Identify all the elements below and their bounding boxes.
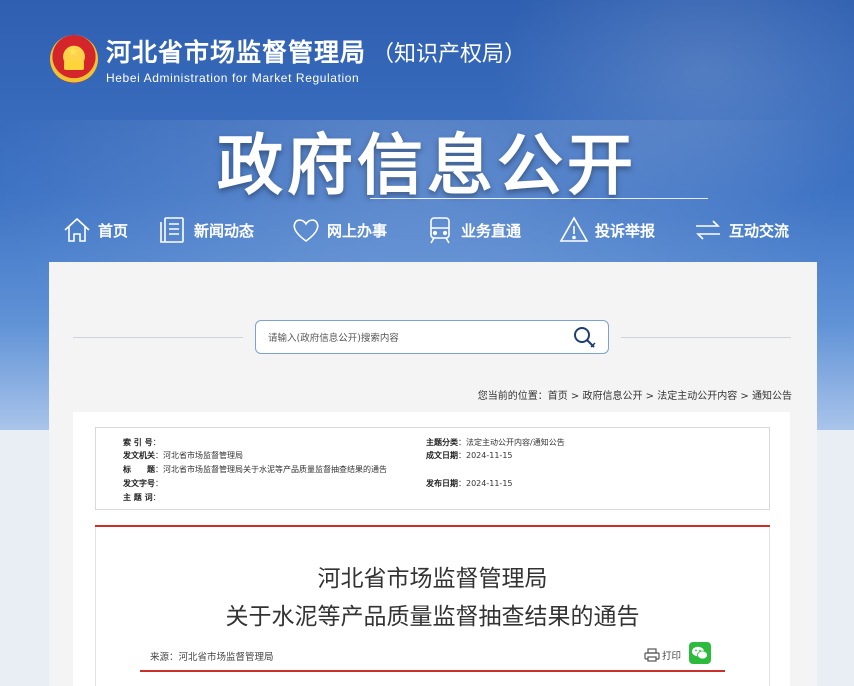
wechat-share-button[interactable] bbox=[689, 642, 711, 664]
nav-label: 新闻动态 bbox=[194, 221, 255, 240]
warning-icon bbox=[559, 216, 589, 242]
meta-category-row: 主题分类：法定主动公开内容/通知公告 bbox=[426, 438, 565, 447]
nav-item-complaint[interactable]: 投诉举报 bbox=[559, 212, 655, 248]
train-icon bbox=[430, 217, 450, 244]
meta-value: 河北省市场监督管理局关于水泥等产品质量监督抽查结果的通告 bbox=[163, 465, 387, 474]
national-emblem-logo: ★ bbox=[50, 35, 98, 83]
search-input[interactable] bbox=[266, 321, 570, 355]
breadcrumb-prefix: 您当前的位置： bbox=[477, 391, 548, 402]
exchange-icon bbox=[696, 220, 720, 240]
search-icon[interactable] bbox=[572, 325, 598, 351]
meta-title-row: 标 题：河北省市场监督管理局关于水泥等产品质量监督抽查结果的通告 bbox=[123, 465, 387, 474]
printer-icon bbox=[644, 648, 660, 662]
print-button[interactable]: 打印 bbox=[644, 648, 681, 662]
org-subtitle: （知识产权局） bbox=[372, 42, 527, 67]
meta-label: 主 题 词 bbox=[123, 493, 153, 502]
nav-item-home[interactable]: 首页 bbox=[62, 212, 128, 248]
breadcrumb: 您当前的位置：首页 > 政府信息公开 > 法定主动公开内容 > 通知公告 bbox=[478, 387, 792, 402]
breadcrumb-item-home[interactable]: 首页 bbox=[548, 391, 568, 402]
article-header-rule bbox=[140, 670, 725, 672]
breadcrumb-item-info[interactable]: 政府信息公开 bbox=[583, 391, 643, 402]
meta-label: 主题分类 bbox=[426, 438, 458, 447]
breadcrumb-separator: > bbox=[642, 391, 658, 402]
article-title-line1: 河北省市场监督管理局 bbox=[317, 566, 548, 592]
nav-label: 网上办事 bbox=[327, 221, 388, 240]
nav-label: 首页 bbox=[98, 221, 129, 240]
page-title: 政府信息公开 bbox=[217, 127, 637, 204]
meta-label: 发布日期 bbox=[426, 479, 458, 488]
home-icon bbox=[64, 217, 90, 242]
meta-value: 2024-11-15 bbox=[466, 479, 513, 488]
meta-index-row: 索 引 号： bbox=[123, 438, 161, 447]
nav-item-news[interactable]: 新闻动态 bbox=[158, 212, 254, 248]
meta-value: 河北省市场监督管理局 bbox=[163, 451, 243, 460]
divider bbox=[621, 337, 791, 338]
meta-value: 法定主动公开内容/通知公告 bbox=[466, 438, 565, 447]
nav-label: 互动交流 bbox=[729, 221, 790, 240]
print-label: 打印 bbox=[662, 651, 682, 662]
meta-label: 发文字号 bbox=[123, 479, 155, 488]
nav-item-interaction[interactable]: 互动交流 bbox=[693, 212, 789, 248]
search-box bbox=[255, 320, 609, 355]
document-metadata-table: 索 引 号： 发文机关：河北省市场监督管理局 标 题：河北省市场监督管理局关于水… bbox=[95, 427, 770, 510]
meta-label: 标 题 bbox=[123, 465, 155, 474]
org-english-name: Hebei Administration for Market Regulati… bbox=[106, 71, 360, 85]
meta-topic-row: 主 题 词： bbox=[123, 493, 161, 502]
heart-icon bbox=[293, 219, 319, 242]
nav-label: 投诉举报 bbox=[595, 221, 656, 240]
breadcrumb-separator: > bbox=[567, 391, 583, 402]
meta-issuer-row: 发文机关：河北省市场监督管理局 bbox=[123, 451, 243, 460]
nav-item-online-service[interactable]: 网上办事 bbox=[291, 212, 387, 248]
breadcrumb-item-statutory[interactable]: 法定主动公开内容 bbox=[657, 391, 737, 402]
article-source: 来源：河北省市场监督管理局 bbox=[150, 652, 274, 663]
meta-published-row: 发布日期：2024-11-15 bbox=[426, 479, 513, 488]
breadcrumb-separator: > bbox=[737, 391, 752, 402]
title-underline bbox=[370, 198, 708, 199]
meta-created-row: 成文日期：2024-11-15 bbox=[426, 451, 513, 460]
nav-label: 业务直通 bbox=[461, 221, 522, 240]
article-title-line2: 关于水泥等产品质量监督抽查结果的通告 bbox=[225, 604, 640, 630]
meta-label: 成文日期 bbox=[426, 451, 458, 460]
main-nav: 首页 新闻动态 网上办事 业务直通 投诉举报 互动交流 bbox=[0, 212, 854, 248]
divider bbox=[73, 337, 243, 338]
meta-docno-row: 发文字号： bbox=[123, 479, 163, 488]
org-name: 河北省市场监督管理局 bbox=[106, 38, 367, 67]
news-icon bbox=[160, 217, 184, 243]
meta-label: 发文机关 bbox=[123, 451, 155, 460]
meta-label: 索 引 号 bbox=[123, 438, 153, 447]
wechat-icon bbox=[692, 646, 708, 660]
breadcrumb-item-notices[interactable]: 通知公告 bbox=[752, 391, 792, 402]
meta-value: 2024-11-15 bbox=[466, 451, 513, 460]
nav-item-business[interactable]: 业务直通 bbox=[425, 212, 521, 248]
